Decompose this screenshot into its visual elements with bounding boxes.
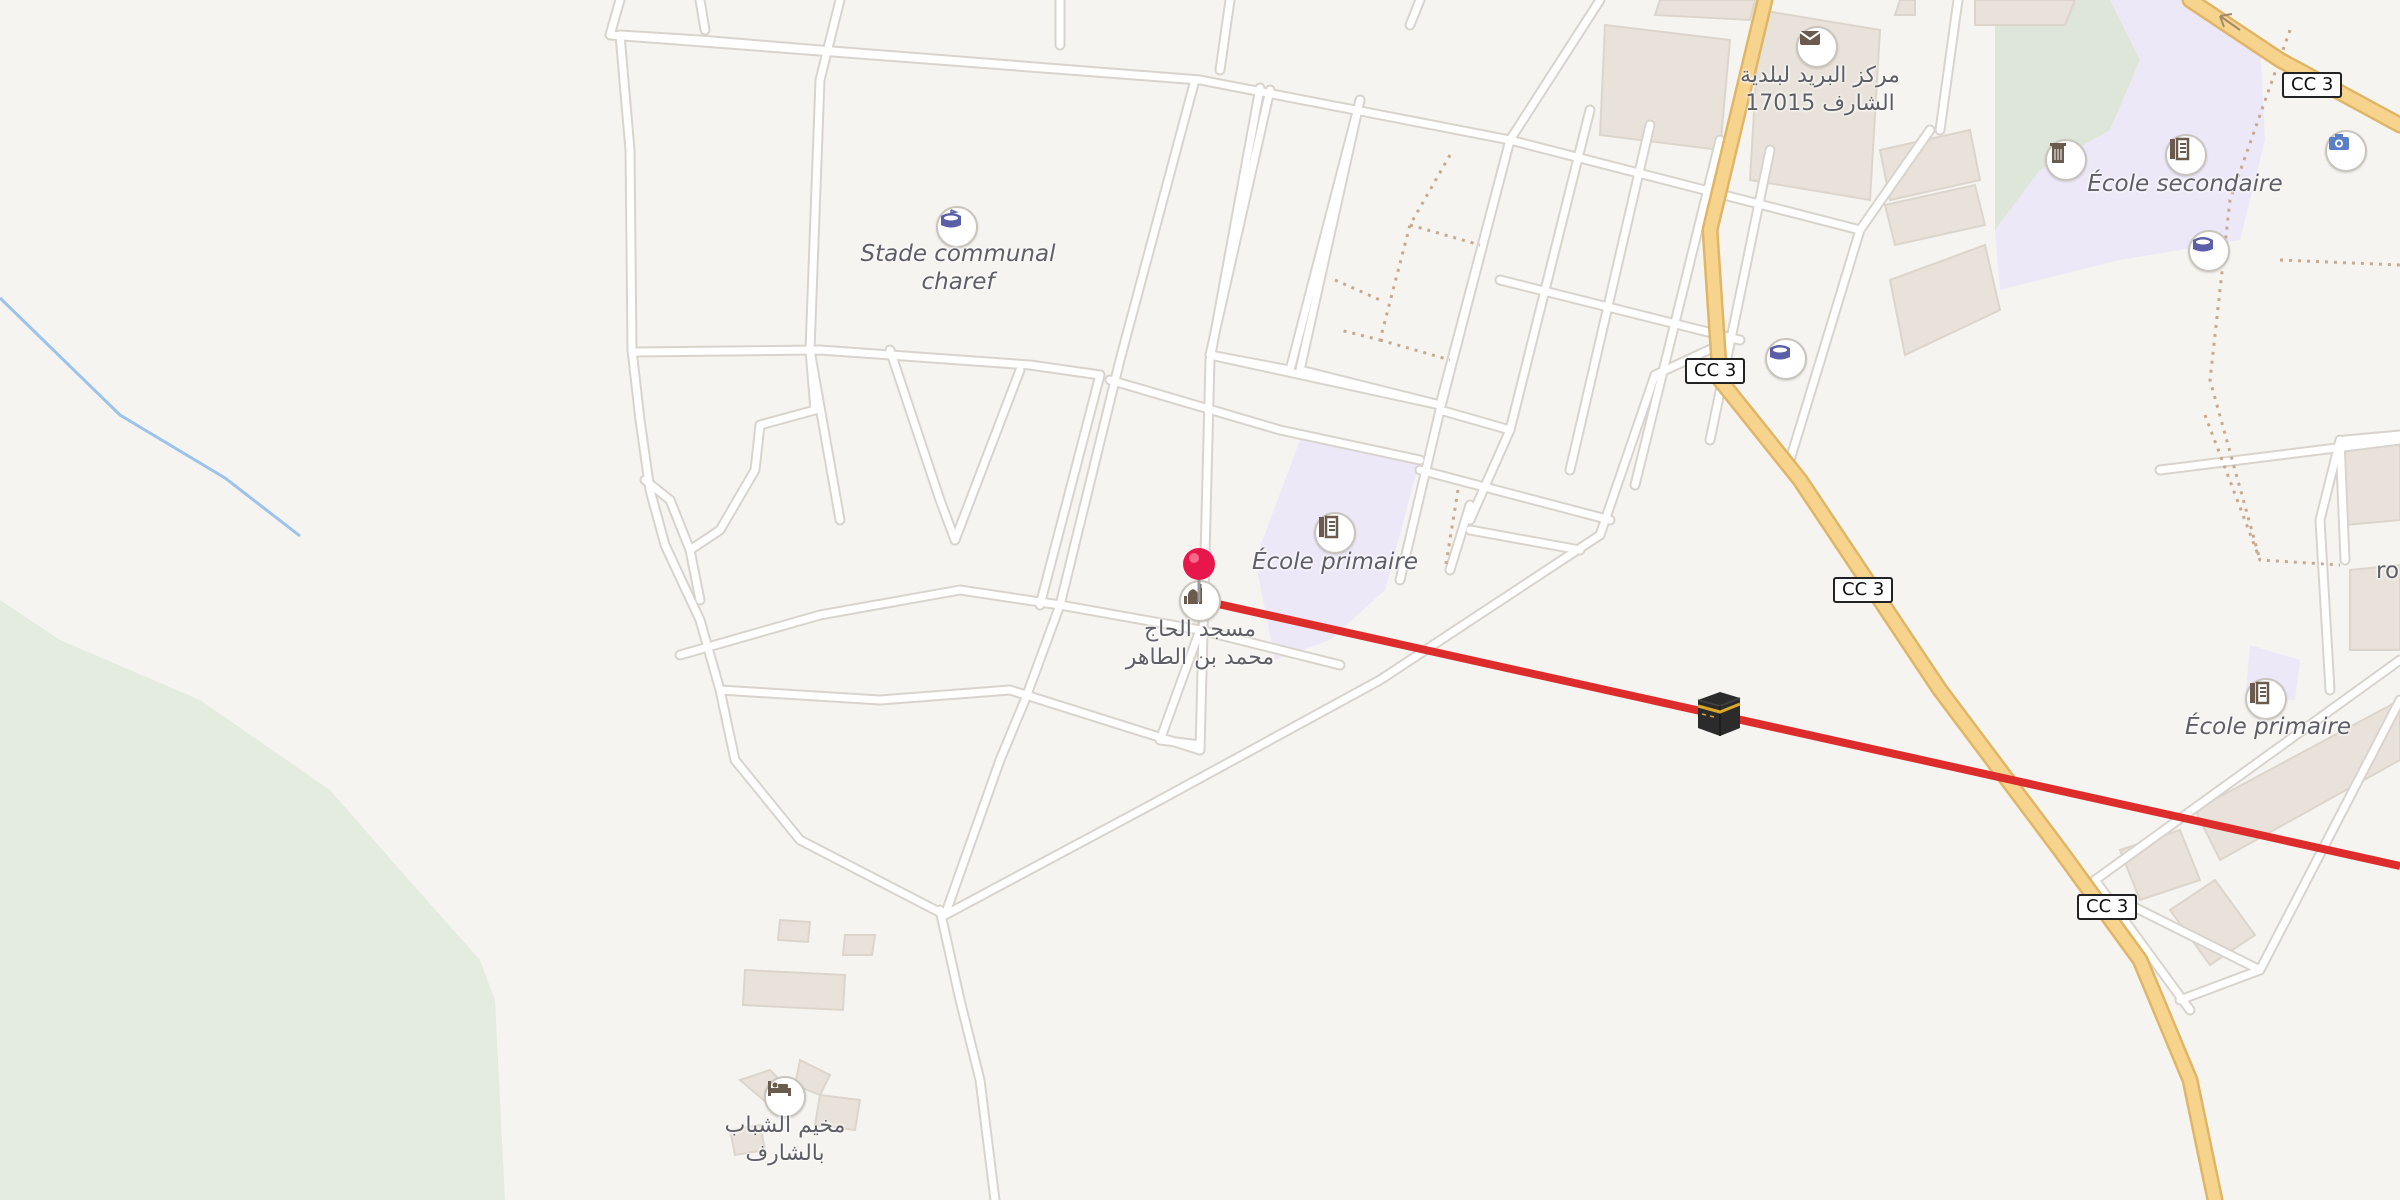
primary-school-label: École primaire — [2184, 714, 2352, 740]
green-area — [0, 600, 505, 1200]
partial-label: ro — [2376, 558, 2400, 584]
youth-camp-name: مخيم الشباب بالشارف — [724, 1113, 846, 1166]
post-office-name-line1: مركز البريد لبلدية — [1740, 63, 1900, 88]
camera-icon[interactable] — [2325, 130, 2367, 172]
post-office-name-line2: الشارف 17015 — [1745, 91, 1895, 116]
road-ref-badge: CC 3 — [1833, 577, 1894, 603]
post-office-label: مركز البريد لبلدية الشارف 17015 — [1700, 62, 1940, 118]
mosque-name: مسجد الحاج محمد بن الطاهر — [1125, 617, 1275, 670]
road-ref-badge: CC 3 — [2077, 894, 2138, 920]
youth-camp-label: مخيم الشباب بالشارف — [690, 1112, 880, 1168]
map-canvas[interactable]: CC 3 CC 3 CC 3 CC 3 Stade communal chare… — [0, 0, 2400, 1200]
sports-centre-icon[interactable] — [1765, 338, 1807, 380]
road-ref-badge: CC 3 — [2282, 72, 2343, 98]
waste-basket-icon[interactable] — [2045, 139, 2087, 181]
stream — [0, 296, 301, 538]
sports-centre-icon[interactable] — [2188, 230, 2230, 272]
stadium-name: Stade communal charef — [860, 241, 1056, 295]
secondary-school-label: École secondaire — [2087, 171, 2283, 197]
school-label: École primaire — [1251, 549, 1419, 575]
stadium-label: Stade communal charef — [858, 240, 1058, 296]
mosque-label: مسجد الحاج محمد بن الطاهر — [1095, 616, 1305, 672]
road-ref-badge: CC 3 — [1685, 358, 1746, 384]
